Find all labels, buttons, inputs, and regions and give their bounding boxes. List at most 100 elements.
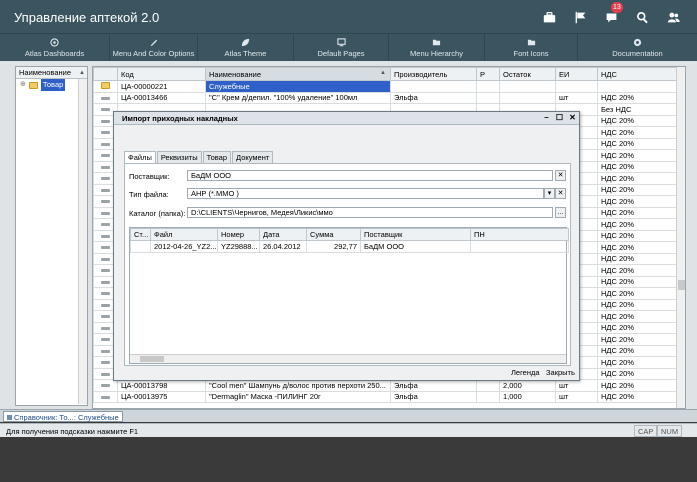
col-number[interactable]: Номер (217, 228, 260, 241)
tree-header-label: Наименование (19, 68, 71, 77)
maximize-icon[interactable]: ☐ (555, 112, 564, 123)
cell-vat: НДС 20% (597, 183, 680, 196)
menu-atlas-dashboards[interactable]: Atlas Dashboards (0, 34, 110, 62)
tree-node-product[interactable]: ⊕ Товар (16, 79, 87, 91)
browse-icon[interactable]: … (555, 207, 566, 218)
cap-indicator: CAP (634, 425, 658, 437)
menu-default-pages[interactable]: Default Pages (294, 34, 389, 62)
minimize-icon[interactable]: – (542, 112, 551, 123)
item-icon (101, 223, 110, 227)
clear-icon[interactable]: ✕ (555, 170, 566, 181)
cell-vat: НДС 20% (597, 114, 680, 127)
col-date[interactable]: Дата (259, 228, 307, 241)
top-menu: Atlas Dashboards Menu And Color Options … (0, 33, 697, 62)
cell-code: ЦА-00013975 (117, 390, 206, 403)
clear-icon[interactable]: ✕ (555, 188, 566, 199)
col-name-label: Наименование (209, 69, 261, 79)
tab-product[interactable]: Товар (202, 151, 232, 163)
item-icon (101, 211, 110, 215)
col-maker[interactable]: Производитель (390, 67, 477, 81)
monitor-icon (336, 38, 346, 47)
search-icon[interactable] (627, 8, 658, 26)
tab-requisites[interactable]: Реквизиты (156, 151, 202, 163)
table-row[interactable]: ЦА-00013975 "Dermaglin" Маска -ПИЛИНГ 20г… (93, 390, 680, 403)
filetype-field[interactable]: АНР (*.ММО ) (187, 188, 544, 199)
menu-atlas-theme[interactable]: Atlas Theme (198, 34, 294, 62)
tab-document[interactable]: Документ (232, 151, 274, 163)
menu-color-options[interactable]: Menu And Color Options (110, 34, 198, 62)
grid-scrollbar[interactable] (676, 67, 685, 408)
dialog-titlebar[interactable]: Импорт приходных накладных – ☐ ✕ (114, 112, 579, 125)
menu-label: Documentation (612, 49, 663, 58)
folder-icon (101, 81, 110, 89)
col-status[interactable]: Ст... (130, 228, 151, 241)
catalog-field[interactable]: D:\CLIENTS\Чернигов, Медея\Ликис\ммо (187, 207, 553, 218)
col-file[interactable]: Файл (150, 228, 218, 241)
menu-documentation[interactable]: Documentation (578, 34, 697, 62)
cell-unit: шт (555, 91, 598, 104)
cell-r (476, 80, 500, 93)
menu-hierarchy[interactable]: Menu Hierarchy (389, 34, 485, 62)
col-pn[interactable]: ПН (470, 228, 569, 241)
desktop-area (0, 438, 697, 482)
tree-header[interactable]: Наименование ▲ (16, 67, 87, 79)
taskbar-window-button[interactable]: Справочник: То...: Служебные (3, 411, 123, 422)
window-taskbar: Справочник: То...: Служебные (0, 409, 697, 422)
cell-vat: НДС 20% (597, 195, 680, 208)
users-icon[interactable] (658, 8, 689, 26)
cell-stock: 2,000 (499, 379, 556, 392)
item-icon (101, 257, 110, 261)
cell-r (476, 91, 500, 104)
cell-vat: НДС 20% (597, 275, 680, 288)
expand-icon[interactable]: ⊕ (20, 79, 26, 91)
col-code[interactable]: Код (117, 67, 206, 81)
row-icon-cell (93, 390, 118, 403)
cell-code: ЦА-00013466 (117, 91, 206, 104)
chat-icon[interactable]: 13 (596, 2, 627, 26)
topbar-icons: 13 (534, 2, 689, 26)
close-button[interactable]: Закрыть (546, 368, 575, 377)
item-icon (101, 361, 110, 365)
cell-vat: НДС 20% (597, 264, 680, 277)
col-supplier[interactable]: Поставщик (360, 228, 471, 241)
item-icon (101, 395, 110, 399)
cell-vat: НДС 20% (597, 287, 680, 300)
files-hscrollbar[interactable] (130, 354, 566, 363)
item-icon (101, 372, 110, 376)
table-row[interactable]: ЦА-00000221 Служебные (93, 80, 680, 93)
window-icon (7, 415, 12, 420)
supplier-field[interactable]: БаДМ ООО (187, 170, 553, 181)
col-vat[interactable]: НДС (597, 67, 680, 81)
cell-vat: НДС 20% (597, 252, 680, 265)
tree-scrollbar[interactable] (78, 79, 87, 404)
folder-icon (432, 39, 441, 46)
item-icon (101, 326, 110, 330)
row-icon-cell (93, 379, 118, 392)
tab-files[interactable]: Файлы (124, 151, 156, 163)
palette-icon (150, 39, 158, 47)
cell-r (476, 390, 500, 403)
menu-font-icons[interactable]: Font Icons (485, 34, 578, 62)
col-unit[interactable]: ЕИ (555, 67, 598, 81)
col-r[interactable]: Р (476, 67, 500, 81)
flag-icon[interactable] (565, 8, 596, 26)
table-row[interactable]: ЦА-00013466 "С" Крем д/депил. "100% удале… (93, 91, 680, 104)
briefcase-icon[interactable] (534, 8, 565, 26)
scrollbar-thumb[interactable] (140, 356, 164, 362)
col-sum[interactable]: Сумма (306, 228, 361, 241)
legend-button[interactable]: Легенда (511, 368, 540, 377)
cell-vat: НДС 20% (597, 160, 680, 173)
table-row[interactable]: ЦА-00013798 "Cool men" Шампунь д/волос пр… (93, 379, 680, 392)
lifebuoy-icon (633, 38, 642, 47)
cell-vat: НДС 20% (597, 137, 680, 150)
scrollbar-thumb[interactable] (678, 280, 685, 290)
chevron-down-icon[interactable]: ▾ (544, 188, 555, 199)
sort-arrow-icon: ▲ (79, 70, 85, 76)
col-name[interactable]: Наименование ▲ (205, 67, 391, 81)
close-icon[interactable]: ✕ (568, 112, 577, 123)
files-header-row: Ст... Файл Номер Дата Сумма Поставщик ПН (130, 228, 569, 241)
tab-panel-files: Поставщик: БаДМ ООО ✕ Тип файла: АНР (*.… (124, 163, 571, 366)
file-row[interactable]: 2012-04-26_YZ2... YZ29888... 26.04.2012 … (130, 240, 569, 253)
cell-stock (499, 91, 556, 104)
col-stock[interactable]: Остаток (499, 67, 556, 81)
